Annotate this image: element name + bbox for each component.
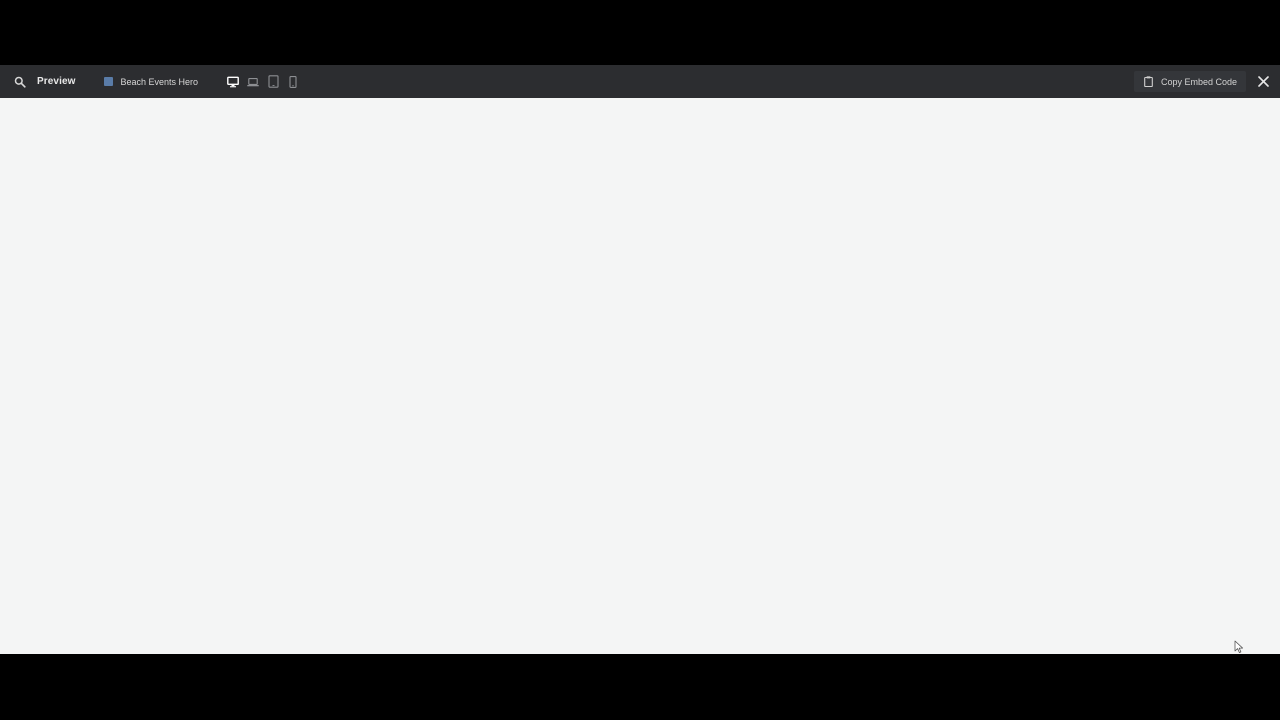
screen: Preview Beach Events Hero Copy Embed Cod… [0,0,1280,720]
preview-toolbar: Preview Beach Events Hero Copy Embed Cod… [0,65,1280,98]
mobile-icon[interactable] [287,75,299,89]
preview-canvas[interactable] [0,98,1280,654]
close-icon[interactable] [1256,75,1270,89]
clipboard-icon [1144,76,1154,87]
document-selector[interactable]: Beach Events Hero [103,76,199,87]
search-icon[interactable] [13,75,27,89]
document-title: Beach Events Hero [120,76,199,87]
tablet-icon[interactable] [267,75,279,89]
preview-mode-label: Preview [37,76,76,87]
mouse-pointer-icon [1234,640,1244,654]
copy-embed-code-button[interactable]: Copy Embed Code [1133,71,1246,92]
laptop-icon[interactable] [247,75,259,89]
desktop-icon[interactable] [227,75,239,89]
section-icon [103,77,113,86]
toolbar-right: Copy Embed Code [1133,65,1280,98]
toolbar-left: Preview Beach Events Hero [0,65,299,98]
device-switcher [227,75,299,89]
copy-embed-code-label: Copy Embed Code [1160,76,1237,87]
